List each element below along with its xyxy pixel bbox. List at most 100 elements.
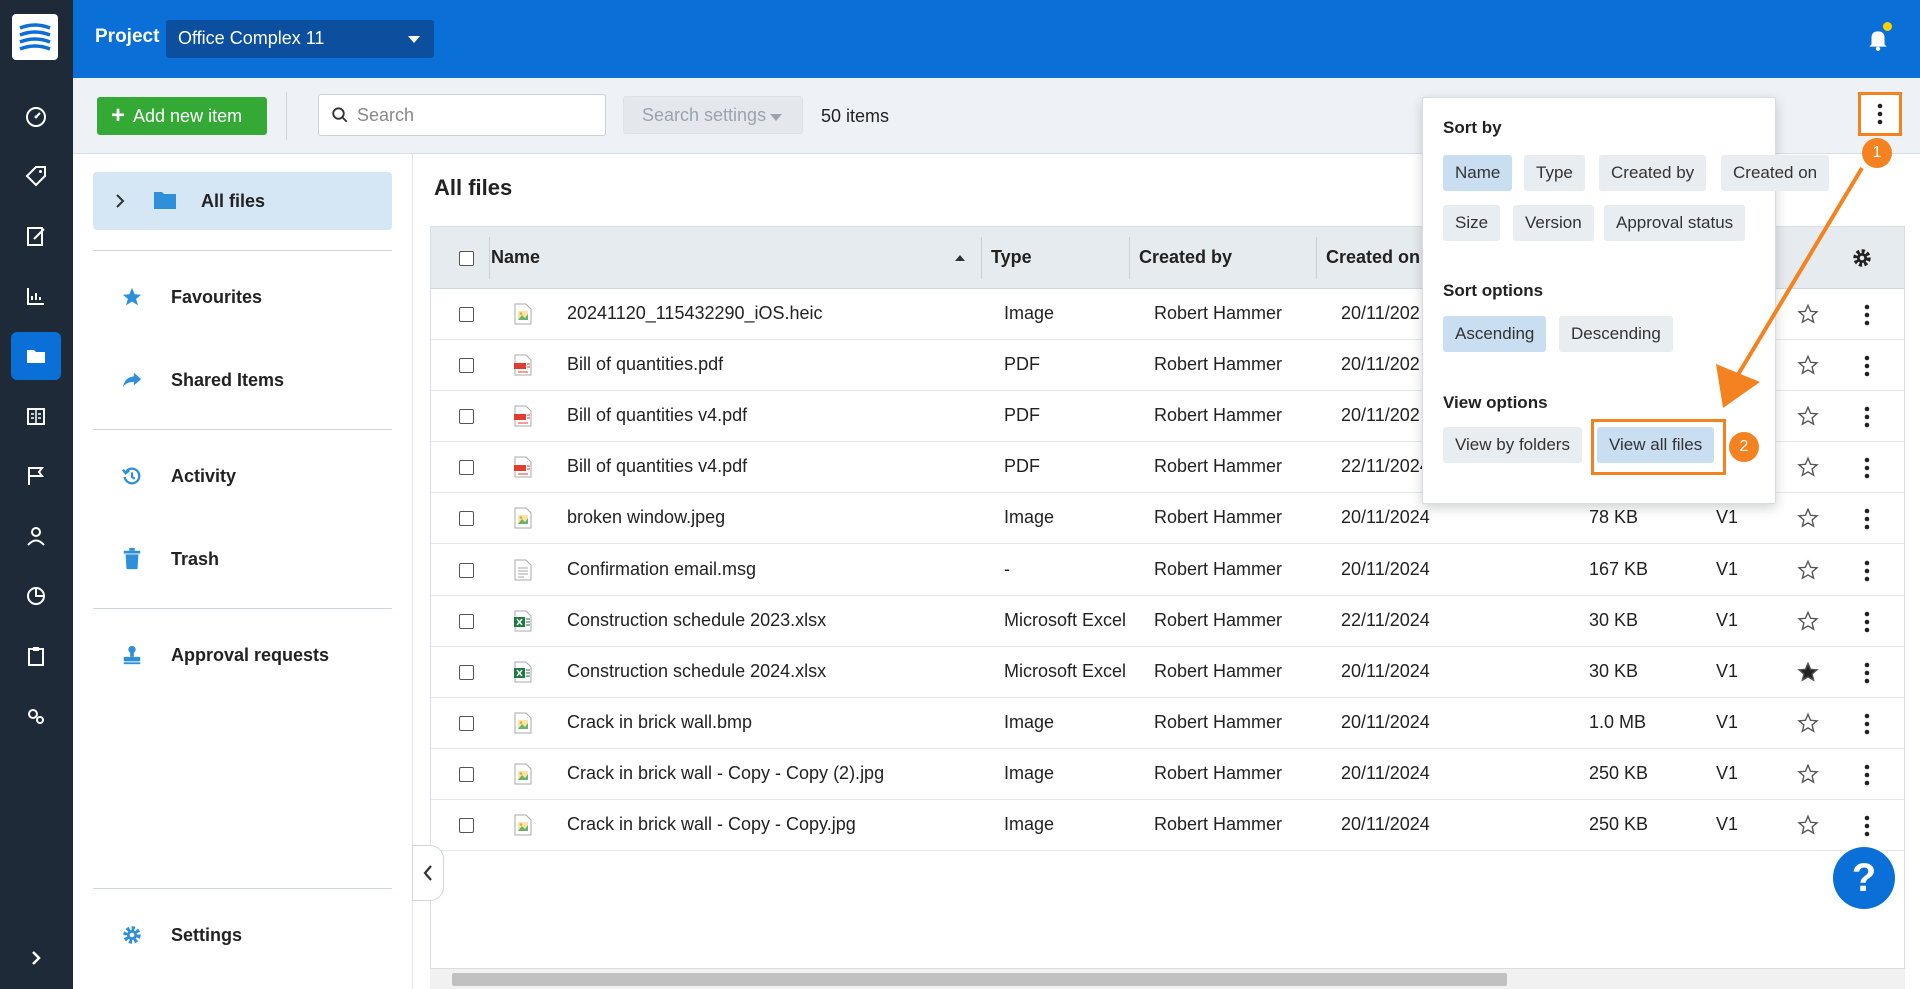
collapse-sidebar-button[interactable]	[412, 845, 444, 901]
favourite-star-icon[interactable]	[1797, 303, 1819, 325]
sidebar-item-approval-requests[interactable]: Approval requests	[93, 626, 392, 684]
sort-by-approval-status-chip[interactable]: Approval status	[1604, 205, 1746, 241]
search-settings-dropdown[interactable]: Search settings	[623, 96, 803, 134]
sidebar-item-trash[interactable]: Trash	[93, 530, 392, 588]
favourite-star-icon[interactable]	[1797, 405, 1819, 427]
table-row[interactable]: Crack in brick wall.bmp Image Robert Hamme…	[431, 697, 1904, 749]
file-name[interactable]: Construction schedule 2023.xlsx	[567, 610, 826, 631]
favourite-star-icon[interactable]	[1797, 661, 1819, 683]
file-name[interactable]: Bill of quantities v4.pdf	[567, 456, 747, 477]
help-button[interactable]: ?	[1833, 847, 1895, 909]
row-actions-icon[interactable]	[1855, 302, 1879, 328]
pie-chart-icon[interactable]	[11, 572, 61, 620]
sort-by-size-chip[interactable]: Size	[1443, 205, 1501, 241]
row-actions-icon[interactable]	[1855, 609, 1879, 635]
file-size: 167 KB	[1589, 558, 1649, 579]
sort-by-type-chip[interactable]: Type	[1524, 155, 1585, 191]
file-name[interactable]: Crack in brick wall.bmp	[567, 712, 752, 733]
table-row[interactable]: Construction schedule 2023.xlsx Microsoft…	[431, 595, 1904, 647]
file-name[interactable]: Crack in brick wall - Copy - Copy (2).jp…	[567, 763, 884, 784]
flag-icon[interactable]	[11, 452, 61, 500]
row-actions-icon[interactable]	[1855, 711, 1879, 737]
dashboard-icon[interactable]	[11, 93, 61, 141]
sort-ascending-chip[interactable]: Ascending	[1443, 316, 1547, 352]
row-checkbox[interactable]	[459, 358, 474, 374]
search-input[interactable]	[357, 104, 577, 126]
user-icon[interactable]	[11, 512, 61, 560]
horizontal-scrollbar[interactable]	[430, 968, 1905, 989]
sidebar-item-all-files[interactable]: All files	[93, 172, 392, 230]
file-name[interactable]: Crack in brick wall - Copy - Copy.jpg	[567, 814, 856, 835]
sort-by-version-chip[interactable]: Version	[1513, 205, 1594, 241]
row-actions-icon[interactable]	[1855, 762, 1879, 788]
favourite-star-icon[interactable]	[1797, 814, 1819, 836]
table-row[interactable]: Construction schedule 2024.xlsx Microsoft…	[431, 646, 1904, 698]
row-checkbox[interactable]	[459, 511, 474, 527]
file-version: V1	[1716, 507, 1739, 528]
table-row[interactable]: Crack in brick wall - Copy - Copy (2).jp…	[431, 748, 1904, 800]
select-all-checkbox[interactable]	[459, 251, 474, 266]
table-row[interactable]: Confirmation email.msg - Robert Hammer 20/1…	[431, 544, 1904, 596]
column-header-name[interactable]: Name	[491, 247, 540, 268]
sidebar-item-shared-items[interactable]: Shared Items	[93, 351, 392, 409]
column-header-created-on[interactable]: Created on	[1326, 247, 1420, 268]
documents-icon[interactable]	[11, 392, 61, 440]
row-checkbox[interactable]	[459, 409, 474, 425]
expand-rail-icon[interactable]	[11, 934, 61, 982]
sort-by-name-chip[interactable]: Name	[1443, 155, 1513, 191]
file-name[interactable]: broken window.jpeg	[567, 507, 725, 528]
project-select[interactable]: Office Complex 11	[166, 20, 434, 58]
chart-icon[interactable]	[11, 272, 61, 320]
sidebar-item-favourites[interactable]: Favourites	[93, 268, 392, 326]
file-name[interactable]: Bill of quantities.pdf	[567, 354, 723, 375]
row-checkbox[interactable]	[459, 307, 474, 322]
sort-descending-chip[interactable]: Descending	[1559, 316, 1673, 352]
view-by-folders-chip[interactable]: View by folders	[1443, 427, 1582, 463]
chevron-right-icon[interactable]	[115, 194, 125, 208]
sidebar-item-activity[interactable]: Activity	[93, 447, 392, 505]
file-name[interactable]: 20241120_115432290_iOS.heic	[567, 303, 823, 324]
row-actions-icon[interactable]	[1855, 506, 1879, 532]
row-checkbox[interactable]	[459, 562, 474, 578]
row-checkbox[interactable]	[459, 715, 474, 731]
table-row[interactable]: Crack in brick wall - Copy - Copy.jpg Ima…	[431, 800, 1904, 851]
favourite-star-icon[interactable]	[1797, 712, 1819, 734]
favourite-star-icon[interactable]	[1797, 763, 1819, 785]
favourite-star-icon[interactable]	[1797, 354, 1819, 376]
folder-icon[interactable]	[11, 332, 61, 380]
sort-by-created-by-chip[interactable]: Created by	[1599, 155, 1707, 191]
file-name[interactable]: Bill of quantities v4.pdf	[567, 405, 747, 426]
row-actions-icon[interactable]	[1855, 353, 1879, 379]
file-created-on: 20/11/2024	[1341, 507, 1430, 528]
favourite-star-icon[interactable]	[1797, 507, 1819, 529]
row-checkbox[interactable]	[459, 664, 474, 680]
row-actions-icon[interactable]	[1855, 813, 1879, 839]
tag-icon[interactable]	[11, 152, 61, 200]
row-checkbox[interactable]	[459, 460, 474, 476]
row-actions-icon[interactable]	[1855, 404, 1879, 430]
row-actions-icon[interactable]	[1855, 455, 1879, 481]
file-name[interactable]: Construction schedule 2024.xlsx	[567, 661, 826, 682]
column-header-created-by[interactable]: Created by	[1139, 247, 1232, 268]
file-name[interactable]: Confirmation email.msg	[567, 559, 756, 580]
edit-document-icon[interactable]	[11, 212, 61, 260]
row-actions-icon[interactable]	[1855, 558, 1879, 584]
more-options-button[interactable]	[1858, 92, 1902, 136]
sort-by-created-on-chip[interactable]: Created on	[1721, 155, 1830, 191]
row-checkbox[interactable]	[459, 818, 474, 833]
row-actions-icon[interactable]	[1855, 660, 1879, 686]
row-checkbox[interactable]	[459, 766, 474, 782]
gears-icon[interactable]	[11, 692, 61, 740]
clipboard-icon[interactable]	[11, 632, 61, 680]
favourite-star-icon[interactable]	[1797, 610, 1819, 632]
column-settings-gear-icon[interactable]	[1851, 247, 1873, 269]
add-new-item-button[interactable]: + Add new item	[97, 97, 267, 135]
sort-by-heading: Sort by	[1443, 118, 1502, 137]
column-header-type[interactable]: Type	[991, 247, 1032, 268]
sidebar-item-settings[interactable]: Settings	[93, 906, 392, 964]
row-checkbox[interactable]	[459, 613, 474, 629]
favourite-star-icon[interactable]	[1797, 456, 1819, 478]
scrollbar-thumb[interactable]	[452, 973, 1507, 986]
app-logo[interactable]	[12, 14, 58, 60]
favourite-star-icon[interactable]	[1797, 559, 1819, 581]
